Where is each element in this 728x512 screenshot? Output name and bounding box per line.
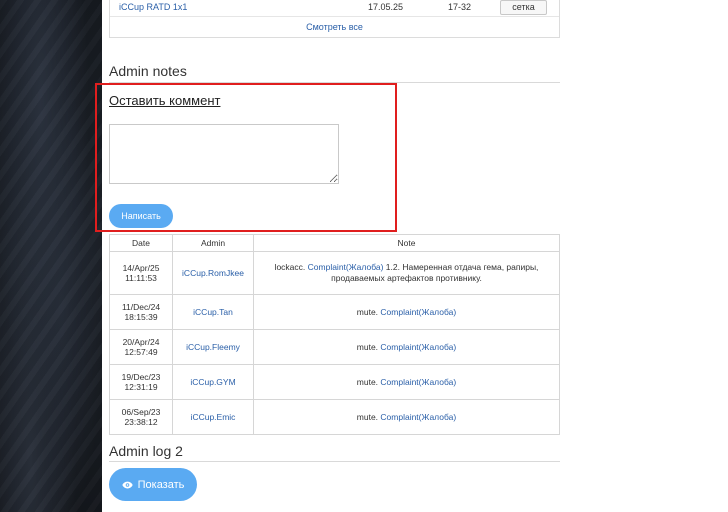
note-date-time: 12:31:19 bbox=[124, 382, 158, 392]
note-date-time: 12:57:49 bbox=[124, 347, 158, 357]
admin-notes-table: Date Admin Note 14/Apr/25 11:11:53 iCCup… bbox=[109, 234, 560, 435]
note-date: 19/Dec/23 12:31:19 bbox=[109, 364, 173, 400]
table-row: 11/Dec/24 18:15:39 iCCup.Tan mute. Compl… bbox=[109, 294, 560, 330]
note-text: mute. Complaint(Жалоба) bbox=[253, 399, 560, 435]
header-admin: Admin bbox=[172, 234, 254, 252]
show-button[interactable]: Показать bbox=[109, 468, 197, 501]
table-row: 14/Apr/25 11:11:53 iCCup.RomJkee lockacc… bbox=[109, 251, 560, 295]
complaint-link[interactable]: Complaint(Жалоба) bbox=[380, 342, 456, 352]
section-divider bbox=[109, 82, 560, 83]
complaint-link[interactable]: Complaint(Жалоба) bbox=[308, 262, 384, 272]
note-date-day: 11/Dec/24 bbox=[121, 302, 161, 312]
note-action: mute. bbox=[356, 342, 381, 352]
note-date: 06/Sep/23 23:38:12 bbox=[109, 399, 173, 435]
leave-comment-link[interactable]: Оставить коммент bbox=[109, 93, 220, 108]
note-admin-link[interactable]: iCCup.Fleemy bbox=[172, 329, 254, 365]
note-admin-link[interactable]: iCCup.Emic bbox=[172, 399, 254, 435]
table-row: 06/Sep/23 23:38:12 iCCup.Emic mute. Comp… bbox=[109, 399, 560, 435]
note-admin-link[interactable]: iCCup.RomJkee bbox=[172, 251, 254, 295]
note-date-day: 19/Dec/23 bbox=[121, 372, 161, 382]
background-artwork bbox=[0, 0, 102, 512]
note-date-time: 11:11:53 bbox=[125, 273, 157, 283]
note-admin-link[interactable]: iCCup.GYM bbox=[172, 364, 254, 400]
note-action: lockacc. bbox=[274, 262, 308, 272]
note-text: mute. Complaint(Жалоба) bbox=[253, 294, 560, 330]
complaint-link[interactable]: Complaint(Жалоба) bbox=[380, 307, 456, 317]
tournament-date: 17.05.25 bbox=[368, 2, 404, 12]
note-action: mute. bbox=[356, 307, 381, 317]
write-button[interactable]: Написать bbox=[109, 204, 173, 228]
note-date-time: 23:38:12 bbox=[124, 417, 158, 427]
note-action: mute. bbox=[356, 377, 381, 387]
table-row: 20/Apr/24 12:57:49 iCCup.Fleemy mute. Co… bbox=[109, 329, 560, 365]
note-admin-link[interactable]: iCCup.Tan bbox=[172, 294, 254, 330]
note-date-day: 06/Sep/23 bbox=[121, 407, 161, 417]
tournament-range: 17-32 bbox=[448, 2, 472, 12]
note-text: mute. Complaint(Жалоба) bbox=[253, 364, 560, 400]
show-button-label: Показать bbox=[137, 478, 185, 491]
note-date: 14/Apr/25 11:11:53 bbox=[109, 251, 173, 295]
note-text: lockacc. Complaint(Жалоба) 1.2. Намеренн… bbox=[253, 251, 560, 295]
table-row: 19/Dec/23 12:31:19 iCCup.GYM mute. Compl… bbox=[109, 364, 560, 400]
see-all-link[interactable]: Смотреть все bbox=[110, 17, 559, 37]
note-date-day: 20/Apr/24 bbox=[122, 337, 160, 347]
complaint-link[interactable]: Complaint(Жалоба) bbox=[380, 412, 456, 422]
note-date: 11/Dec/24 18:15:39 bbox=[109, 294, 173, 330]
tournaments-table: iCCup RATD 1x1 17.05.25 17-32 сетка Смот… bbox=[109, 0, 560, 38]
header-note: Note bbox=[253, 234, 560, 252]
table-header-row: Date Admin Note bbox=[109, 234, 560, 252]
section-divider bbox=[109, 461, 560, 462]
admin-log-title: Admin log 2 bbox=[109, 443, 183, 459]
note-date-day: 14/Apr/25 bbox=[122, 263, 160, 273]
table-row: iCCup RATD 1x1 17.05.25 17-32 сетка bbox=[110, 0, 559, 17]
note-action: mute. bbox=[356, 412, 381, 422]
note-date-time: 18:15:39 bbox=[124, 312, 158, 322]
note-date: 20/Apr/24 12:57:49 bbox=[109, 329, 173, 365]
header-date: Date bbox=[109, 234, 173, 252]
bracket-button[interactable]: сетка bbox=[500, 0, 547, 15]
complaint-link[interactable]: Complaint(Жалоба) bbox=[380, 377, 456, 387]
admin-notes-title: Admin notes bbox=[109, 63, 187, 79]
tournament-name-link[interactable]: iCCup RATD 1x1 bbox=[119, 2, 187, 12]
comment-textarea[interactable] bbox=[109, 124, 339, 184]
eye-icon bbox=[121, 481, 133, 488]
note-text: mute. Complaint(Жалоба) bbox=[253, 329, 560, 365]
